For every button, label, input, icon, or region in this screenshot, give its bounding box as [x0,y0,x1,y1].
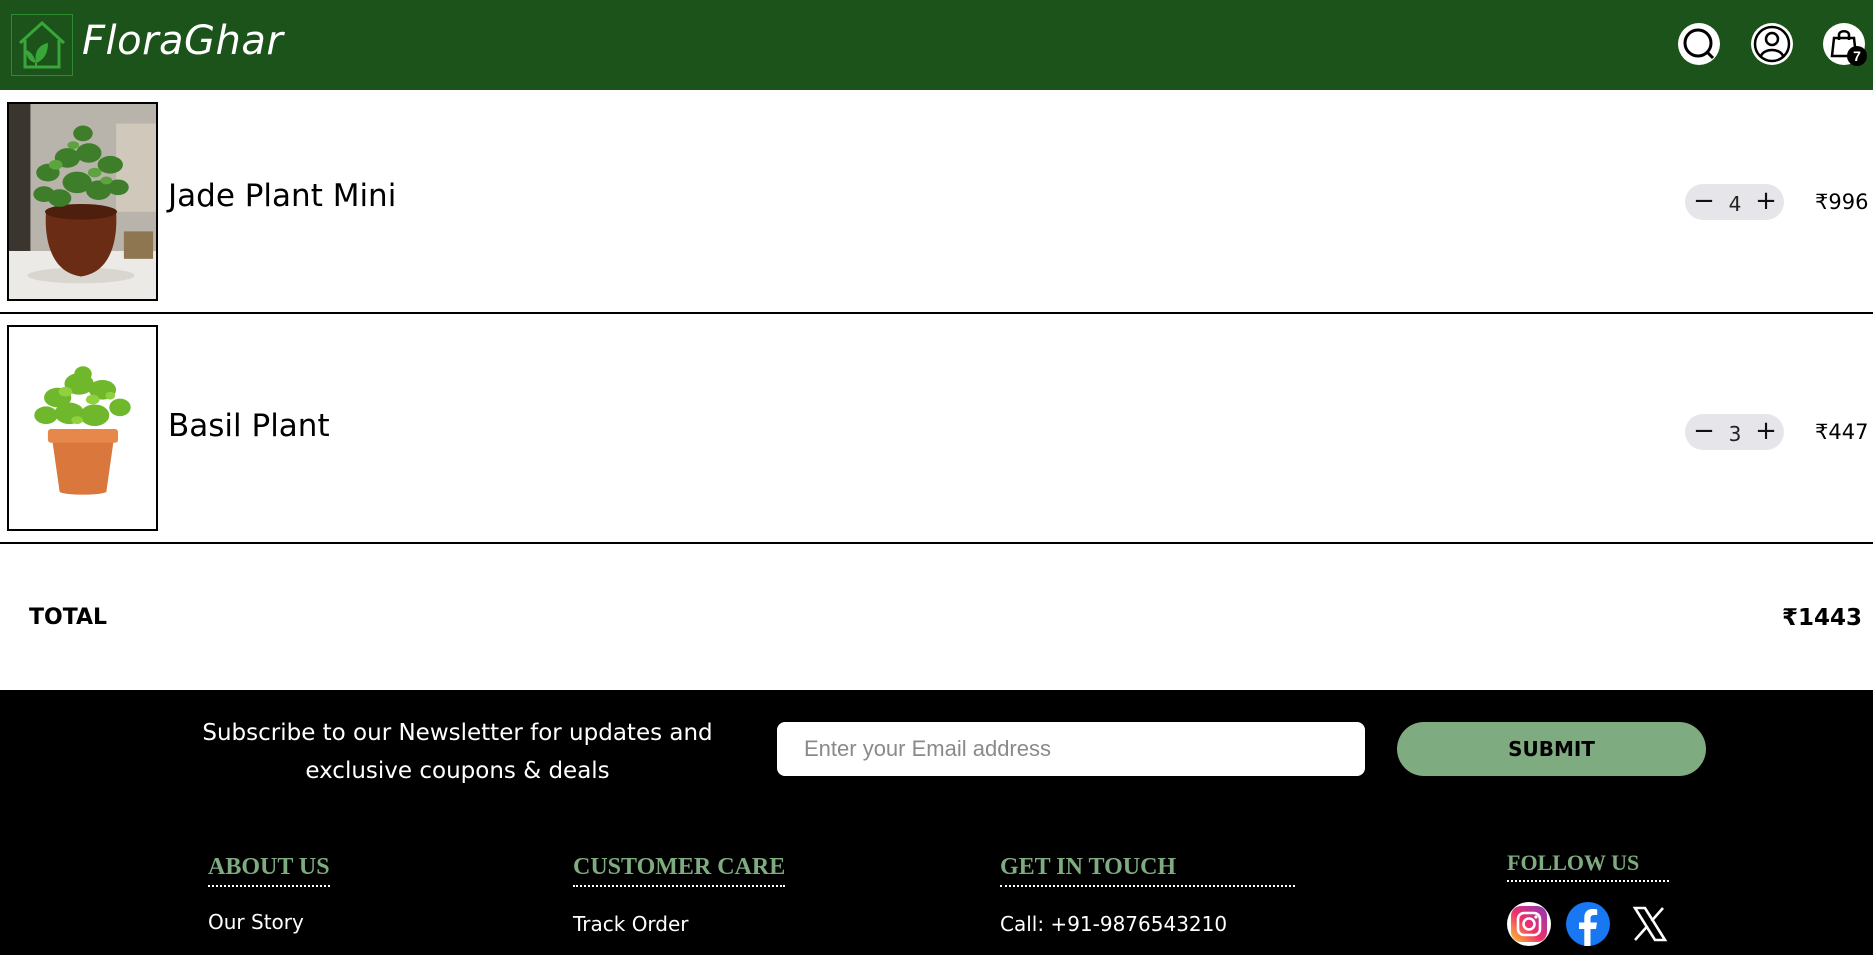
basil-plant-image [7,325,158,531]
item-name[interactable]: Basil Plant [168,408,330,444]
email-input[interactable] [777,722,1365,776]
total-value: ₹1443 [1782,605,1863,631]
cart-count-badge: 7 [1847,46,1867,66]
search-icon[interactable] [1677,22,1721,66]
get-in-touch-heading: GET IN TOUCH [1000,854,1295,887]
total-label: TOTAL [29,605,108,630]
brand-name[interactable]: FloraGhar [82,18,283,64]
user-icon[interactable] [1750,22,1794,66]
facebook-icon[interactable] [1566,902,1610,946]
home-leaf-logo-icon[interactable] [11,14,73,76]
item-price: ₹996 [1815,190,1869,214]
about-us-heading: ABOUT US [208,854,330,887]
quantity-value: 4 [1728,192,1742,216]
site-header: FloraGhar 7 [0,0,1873,90]
increase-quantity-button[interactable]: + [1751,417,1781,447]
phone-contact-link[interactable]: Call: +91-9876543210 [1000,912,1227,936]
quantity-stepper: − 4 + [1685,184,1784,220]
track-order-link[interactable]: Track Order [573,912,689,936]
follow-us-heading: FOLLOW US [1507,850,1669,882]
submit-button[interactable]: SUBMIT [1397,722,1706,776]
newsletter-text: Subscribe to our Newsletter for updates … [202,720,713,784]
decrease-quantity-button[interactable]: − [1689,417,1719,447]
increase-quantity-button[interactable]: + [1751,187,1781,217]
decrease-quantity-button[interactable]: − [1689,187,1719,217]
customer-care-heading: CUSTOMER CARE [573,854,786,887]
instagram-icon[interactable] [1507,902,1551,946]
x-twitter-icon[interactable] [1627,902,1671,946]
jade-plant-image [7,102,158,301]
item-name[interactable]: Jade Plant Mini [168,178,396,214]
cart-item-row: Jade Plant Mini − 4 + ₹996 [0,90,1873,314]
quantity-value: 3 [1728,422,1742,446]
item-price: ₹447 [1815,420,1869,444]
quantity-stepper: − 3 + [1685,414,1784,450]
cart-item-row: Basil Plant − 3 + ₹447 [0,314,1873,544]
our-story-link[interactable]: Our Story [208,910,304,934]
site-footer: Subscribe to our Newsletter for updates … [0,690,1873,955]
